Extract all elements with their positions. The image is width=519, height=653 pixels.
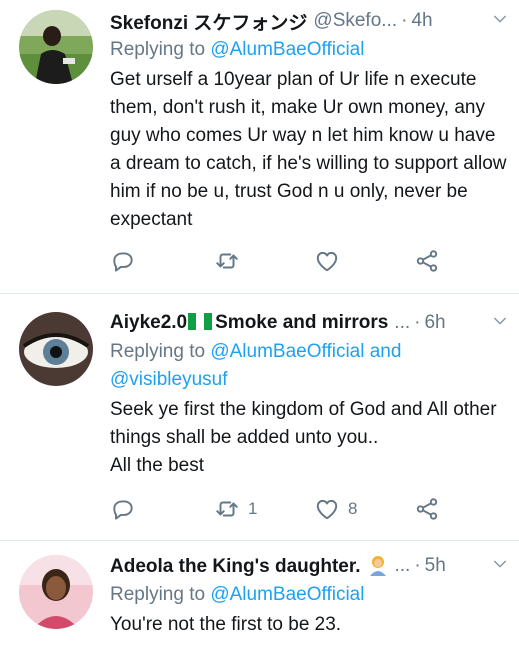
avatar[interactable] (19, 10, 93, 84)
tweet-header: Adeola the King's daughter. ... · 5h (110, 551, 507, 581)
chevron-down-icon[interactable] (491, 312, 509, 330)
mention-link[interactable]: @AlumBaeOfficial (210, 341, 364, 362)
tweet-text: Get urself a 10year plan of Ur life n ex… (110, 69, 507, 230)
separator-dot: · (401, 10, 408, 31)
replying-to: Replying to @AlumBaeOfficial (110, 581, 507, 609)
reply-icon (110, 248, 136, 274)
tweet-actions: 1 8 (110, 496, 519, 526)
replying-to-label: Replying to (110, 584, 211, 605)
retweet-button[interactable]: 1 (214, 496, 257, 522)
like-button[interactable]: 8 (314, 496, 357, 522)
display-name[interactable]: Adeola the King's daughter. (110, 554, 389, 578)
mention-link[interactable]: @AlumBaeOfficial (210, 39, 364, 60)
like-icon (314, 496, 340, 522)
replying-to-label: Replying to (110, 341, 211, 362)
tweet-actions (110, 248, 519, 278)
replying-to-label: Replying to (110, 39, 211, 60)
chevron-down-icon[interactable] (491, 555, 509, 573)
chevron-down-icon[interactable] (491, 10, 509, 28)
tweet[interactable]: Adeola the King's daughter. ... · 5h Rep… (0, 540, 519, 653)
display-name-text: Aiyke2.0 (110, 312, 188, 333)
reply-button[interactable] (110, 496, 136, 522)
timestamp[interactable]: 6h (424, 312, 445, 334)
tweet-header: Skefonzi スケフォンジ @Skefo... · 4h (110, 6, 507, 36)
display-name[interactable]: Skefonzi スケフォンジ (110, 8, 307, 35)
person-emoji-icon (369, 556, 386, 576)
display-name-suffix: Smoke and mirrors (215, 312, 389, 333)
tweet-header: Aiyke2.0 Smoke and mirrors ... · 6h (110, 308, 507, 338)
like-icon (314, 248, 340, 274)
replying-to: Replying to @AlumBaeOfficial (110, 36, 507, 64)
tweet-text: You're not the first to be 23. (110, 614, 342, 635)
reply-button[interactable] (110, 248, 136, 274)
mention-link[interactable]: @AlumBaeOfficial (210, 584, 364, 605)
user-handle[interactable]: @Skefo... (313, 10, 397, 32)
share-icon (414, 496, 440, 522)
mention-and: and (364, 341, 402, 362)
retweet-count: 1 (248, 499, 258, 518)
retweet-icon (214, 248, 240, 274)
display-name[interactable]: Aiyke2.0 Smoke and mirrors (110, 312, 388, 334)
avatar[interactable] (19, 555, 93, 629)
separator-dot: · (414, 312, 421, 333)
reply-icon (110, 496, 136, 522)
tweet-text: Seek ye first the kingdom of God and All… (110, 399, 497, 476)
retweet-icon (214, 496, 240, 522)
mention-link[interactable]: @visibleyusuf (110, 369, 228, 390)
replying-to: Replying to @AlumBaeOfficial and @visible… (110, 338, 507, 394)
share-button[interactable] (414, 248, 440, 274)
like-button[interactable] (314, 248, 348, 274)
avatar[interactable] (19, 312, 93, 386)
tweet[interactable]: Aiyke2.0 Smoke and mirrors ... · 6h Reply… (0, 293, 519, 540)
nigeria-flag-icon (188, 313, 213, 330)
retweet-button[interactable] (214, 248, 248, 274)
display-name-text: Adeola the King's daughter. (110, 556, 361, 577)
separator-dot: · (414, 555, 421, 576)
share-icon (414, 248, 440, 274)
user-handle[interactable]: ... (395, 555, 411, 577)
like-count: 8 (348, 499, 358, 518)
timestamp[interactable]: 5h (425, 555, 446, 577)
tweet[interactable]: Skefonzi スケフォンジ @Skefo... · 4h Replying … (0, 0, 519, 293)
user-handle[interactable]: ... (394, 312, 410, 334)
timestamp[interactable]: 4h (411, 10, 432, 32)
share-button[interactable] (414, 496, 440, 522)
